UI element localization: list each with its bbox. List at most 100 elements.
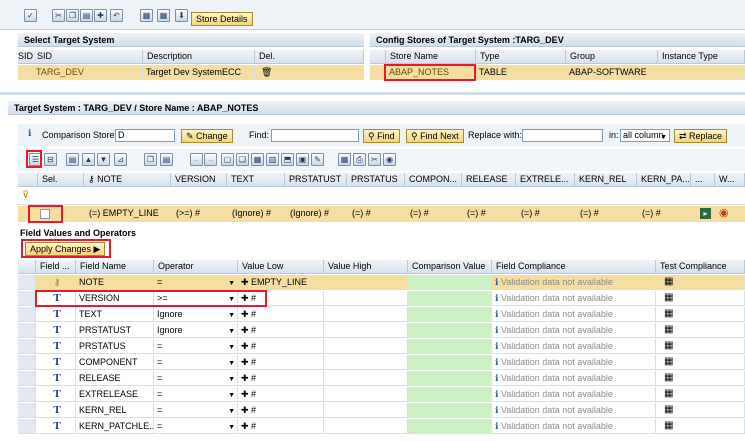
- th-fv-selector[interactable]: [18, 260, 36, 274]
- th-extrelease[interactable]: EXTRELE...: [516, 173, 575, 187]
- spreadsheet-icon[interactable]: ▦: [338, 153, 351, 166]
- test-compliance-icon[interactable]: ▦: [656, 419, 745, 434]
- fv-value-low[interactable]: ✚ #: [238, 387, 324, 402]
- replace-input[interactable]: [522, 129, 603, 142]
- th-component[interactable]: COMPON...: [405, 173, 462, 187]
- fv-value-high[interactable]: [324, 323, 408, 338]
- th-sel[interactable]: Sel.: [38, 173, 84, 187]
- test-compliance-icon[interactable]: ▦: [656, 339, 745, 354]
- cell-extrelease[interactable]: (=) #: [516, 206, 575, 221]
- test-compliance-icon[interactable]: ▦: [656, 355, 745, 370]
- th-instance-type[interactable]: Instance Type: [658, 50, 745, 64]
- test-compliance-icon[interactable]: ▦: [656, 275, 745, 290]
- fv-row-selector[interactable]: [18, 355, 36, 370]
- th-version[interactable]: VERSION: [171, 173, 227, 187]
- fv-value-low[interactable]: ✚ #: [238, 355, 324, 370]
- cell-note[interactable]: (=) EMPTY_LINE: [84, 206, 171, 221]
- cut-icon[interactable]: ✂: [52, 9, 65, 22]
- fv-value-high[interactable]: [324, 275, 408, 290]
- fv-value-low[interactable]: ✚ #: [238, 339, 324, 354]
- th-operator[interactable]: Operator: [154, 260, 238, 274]
- copy-icon[interactable]: ❐: [66, 9, 79, 22]
- th-value-low[interactable]: Value Low: [238, 260, 324, 274]
- fv-operator[interactable]: Ignore ▼: [154, 323, 238, 338]
- grid-icon[interactable]: ▦: [157, 9, 170, 22]
- target-description[interactable]: Target Dev SystemECC: [143, 65, 255, 80]
- fv-value-low[interactable]: ✚ #: [238, 403, 324, 418]
- detail-icon[interactable]: ▸: [700, 208, 711, 219]
- fv-row-selector[interactable]: [18, 387, 36, 402]
- fv-value-high[interactable]: [324, 371, 408, 386]
- th-text[interactable]: TEXT: [227, 173, 285, 187]
- cell-component[interactable]: (=) #: [405, 206, 462, 221]
- test-compliance-icon[interactable]: ▦: [656, 291, 745, 306]
- test-compliance-icon[interactable]: ▦: [656, 307, 745, 322]
- fv-row-selector[interactable]: [18, 339, 36, 354]
- globe-icon[interactable]: ◉: [383, 153, 396, 166]
- details-icon[interactable]: ▤: [66, 153, 79, 166]
- fv-operator[interactable]: = ▼: [154, 355, 238, 370]
- arrow-right-icon[interactable]: →: [204, 153, 217, 166]
- fv-operator[interactable]: = ▼: [154, 419, 238, 434]
- fv-operator[interactable]: Ignore ▼: [154, 307, 238, 322]
- table-icon[interactable]: ▦: [140, 9, 153, 22]
- filter-icon[interactable]: ⊽: [22, 190, 29, 201]
- fv-row-selector[interactable]: [18, 291, 36, 306]
- th-type[interactable]: Type: [476, 50, 566, 64]
- cell-release[interactable]: (=) #: [462, 206, 516, 221]
- change-button[interactable]: ✎ Change: [181, 129, 233, 143]
- sort-asc-icon[interactable]: ▲: [82, 153, 95, 166]
- th-value-high[interactable]: Value High: [324, 260, 408, 274]
- store-group[interactable]: ABAP-SOFTWARE: [566, 65, 658, 80]
- filter-grid-icon[interactable]: ⊿: [114, 153, 127, 166]
- th-kern-pa[interactable]: KERN_PA...: [637, 173, 691, 187]
- fv-value-low[interactable]: ✚ #: [238, 307, 324, 322]
- sort-desc-icon[interactable]: ▼: [97, 153, 110, 166]
- fv-operator[interactable]: = ▼: [154, 387, 238, 402]
- cell-prstatust[interactable]: (Ignore) #: [285, 206, 347, 221]
- th-comparison-value[interactable]: Comparison Value: [408, 260, 492, 274]
- copy-row-icon[interactable]: ❐: [144, 153, 157, 166]
- fv-operator[interactable]: = ▼: [154, 371, 238, 386]
- fv-row-selector[interactable]: [18, 419, 36, 434]
- th-w[interactable]: W...: [715, 173, 745, 187]
- th-store-selector[interactable]: [370, 50, 386, 64]
- fv-value-high[interactable]: [324, 419, 408, 434]
- insert-icon[interactable]: ✚: [94, 9, 107, 22]
- th-description[interactable]: Description: [143, 50, 255, 64]
- target-sid[interactable]: TARG_DEV: [33, 65, 143, 80]
- fv-operator[interactable]: = ▼: [154, 275, 238, 290]
- export-icon[interactable]: ⬒: [281, 153, 294, 166]
- download-icon[interactable]: ⬇: [175, 9, 188, 22]
- cell-kern-rel[interactable]: (=) #: [575, 206, 637, 221]
- test-compliance-icon[interactable]: ▦: [656, 403, 745, 418]
- th-test-compliance[interactable]: Test Compliance: [656, 260, 745, 274]
- print-icon[interactable]: ⎙: [353, 153, 366, 166]
- th-release[interactable]: RELEASE: [462, 173, 516, 187]
- in-select[interactable]: all column ▼: [620, 129, 670, 142]
- store-instance-type[interactable]: [658, 65, 745, 80]
- new-icon[interactable]: ▢: [221, 153, 234, 166]
- th-field-compliance[interactable]: Field Compliance: [492, 260, 656, 274]
- edit-doc-icon[interactable]: ✎: [311, 153, 324, 166]
- splitter[interactable]: [0, 92, 745, 95]
- store-type[interactable]: TABLE: [476, 65, 566, 80]
- fv-value-low[interactable]: ✚ #: [238, 419, 324, 434]
- cell-version[interactable]: (>=) #: [171, 206, 227, 221]
- arrow-left-icon[interactable]: ←: [190, 153, 203, 166]
- replace-button[interactable]: ⇄ Replace: [674, 129, 728, 143]
- fv-value-low[interactable]: ✚ #: [238, 323, 324, 338]
- undo-icon[interactable]: ↶: [110, 9, 123, 22]
- fv-value-high[interactable]: [324, 387, 408, 402]
- th-store-name[interactable]: Store Name: [386, 50, 476, 64]
- th-del[interactable]: Del.: [255, 50, 364, 64]
- th-kern-rel[interactable]: KERN_REL: [575, 173, 637, 187]
- th-group[interactable]: Group: [566, 50, 658, 64]
- fv-row-selector[interactable]: [18, 323, 36, 338]
- test-compliance-icon[interactable]: ▦: [656, 371, 745, 386]
- fv-value-high[interactable]: [324, 339, 408, 354]
- store-details-button[interactable]: Store Details: [191, 12, 253, 26]
- cell-prstatus[interactable]: (=) #: [347, 206, 405, 221]
- fv-value-high[interactable]: [324, 291, 408, 306]
- th-sid-label[interactable]: SID: [33, 50, 143, 64]
